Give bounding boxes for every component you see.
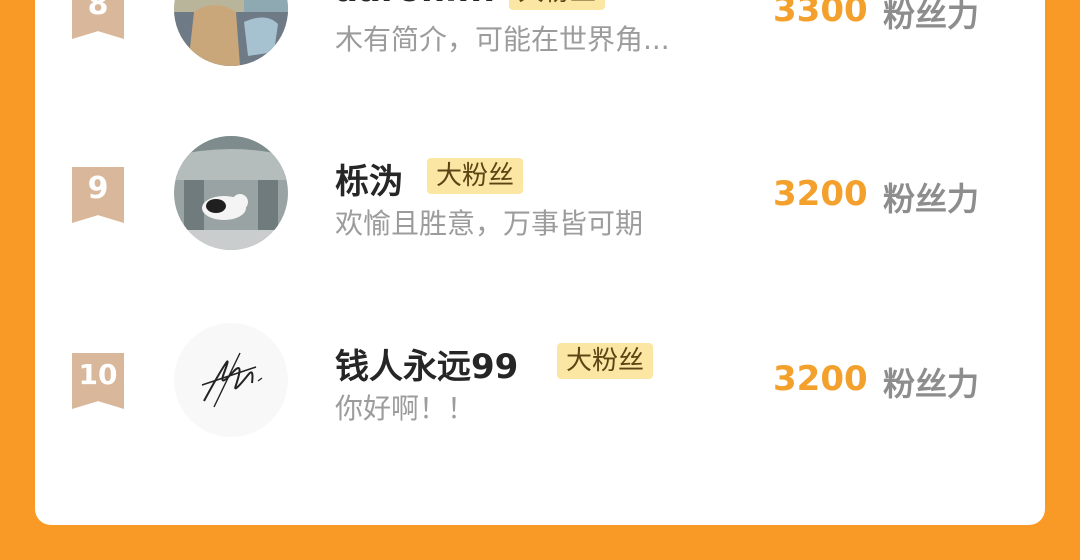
cat-photo-avatar-icon xyxy=(174,136,288,250)
list-item[interactable]: 8 aaronl... 大粉丝 木有简介，可能在世界角... 3300 粉丝力 xyxy=(35,0,1045,86)
fan-level-badge: 大粉丝 xyxy=(427,158,524,194)
fan-power-unit: 粉丝力 xyxy=(883,0,980,34)
fan-level-badge: 大粉丝 xyxy=(557,343,654,379)
user-bio: 欢愉且胜意，万事皆可期 xyxy=(335,207,644,240)
user-bio: 你好啊！！ xyxy=(335,392,476,425)
rank-ribbon-icon: 10 xyxy=(72,353,124,409)
fan-power-value: 3200 xyxy=(773,359,868,399)
person-photo-avatar-icon xyxy=(174,0,288,66)
user-name[interactable]: aaronl... xyxy=(335,0,496,10)
list-item[interactable]: 10 钱人永远99 大粉丝 你好啊！！ 3200 粉丝力 xyxy=(35,323,1045,455)
fan-power-unit: 粉丝力 xyxy=(883,365,980,403)
fan-ranking-card: 8 aaronl... 大粉丝 木有简介，可能在世界角... 3300 粉丝力 … xyxy=(35,0,1045,525)
avatar[interactable] xyxy=(174,323,288,437)
rank-ribbon-icon: 8 xyxy=(72,0,124,39)
signature-avatar-icon xyxy=(174,323,288,437)
list-item[interactable]: 9 栎沩 大粉丝 欢愉且胜意，万事皆可期 3200 粉丝力 xyxy=(35,136,1045,270)
fan-power-value: 3200 xyxy=(773,174,868,214)
fan-power-value: 3300 xyxy=(773,0,868,30)
user-name[interactable]: 钱人永远99 xyxy=(335,339,518,388)
avatar[interactable] xyxy=(174,0,288,66)
avatar[interactable] xyxy=(174,136,288,250)
user-bio: 木有简介，可能在世界角... xyxy=(335,23,670,56)
fan-power-unit: 粉丝力 xyxy=(883,180,980,218)
user-name[interactable]: 栎沩 xyxy=(335,154,403,203)
rank-ribbon-icon: 9 xyxy=(72,167,124,223)
fan-level-badge: 大粉丝 xyxy=(509,0,606,10)
